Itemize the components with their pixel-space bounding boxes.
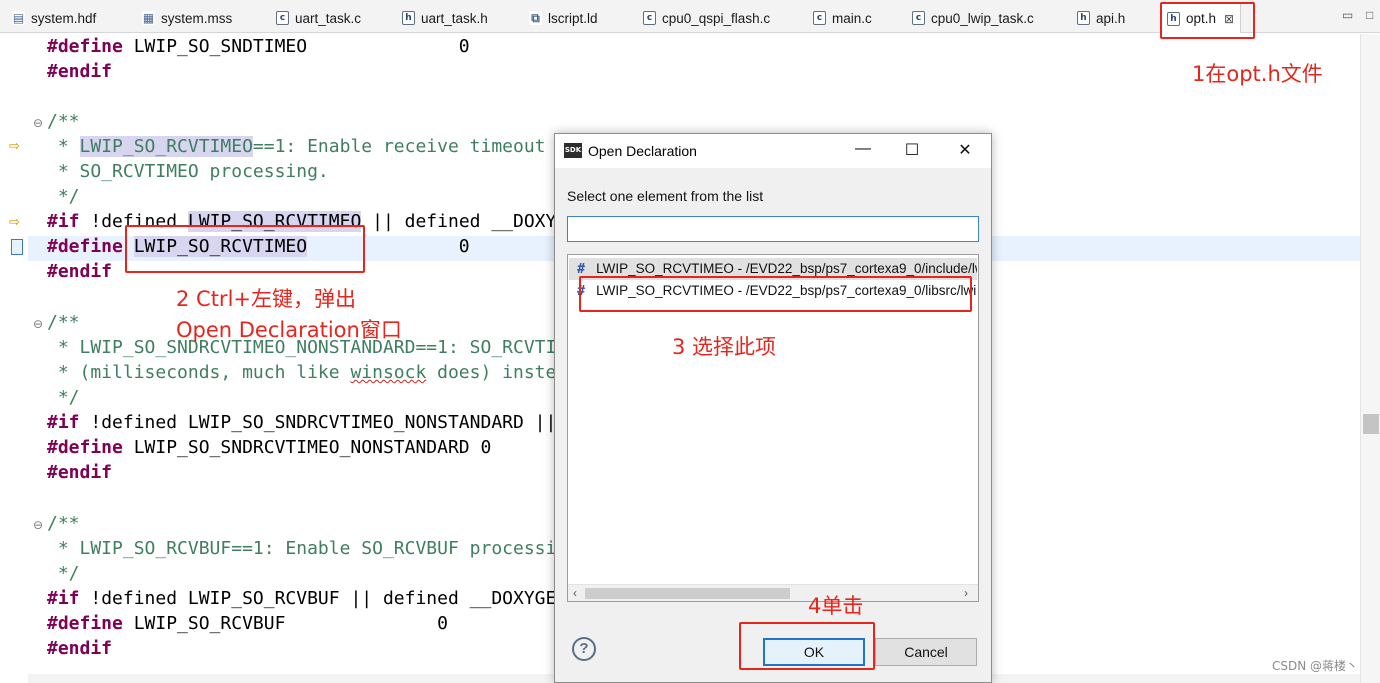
tab-system-mss[interactable]: ▦ system.mss [142, 6, 232, 30]
dialog-prompt: Select one element from the list [567, 188, 764, 204]
editor-vertical-scrollbar[interactable] [1360, 34, 1380, 683]
watermark: CSDN @蒋楼丶 [1272, 659, 1359, 673]
list-item-label: LWIP_SO_RCVTIMEO - /EVD22_bsp/ps7_cortex… [596, 261, 977, 276]
h-file-icon: h [1077, 11, 1090, 25]
tab-api-h[interactable]: h api.h [1077, 6, 1125, 30]
code-line: #endif [47, 462, 113, 483]
tab-cpu0-qspi-flash-c[interactable]: c cpu0_qspi_flash.c [643, 6, 770, 30]
annotation-box-ok [739, 622, 875, 670]
dialog-minimize-icon[interactable]: — [851, 140, 875, 158]
code-line: /** [47, 513, 80, 534]
list-horizontal-scrollbar[interactable]: ‹ › [568, 584, 978, 601]
code-line: #endif [47, 61, 113, 82]
tab-main-c[interactable]: c main.c [813, 6, 872, 30]
tab-label: system.hdf [31, 10, 97, 26]
tab-label: lscript.ld [548, 10, 598, 26]
sdk-logo-icon: SDK [564, 143, 582, 158]
annotation-box-list-item [579, 276, 972, 312]
ld-file-icon: ⧉ [529, 11, 542, 25]
code-line: #define LWIP_SO_RCVBUF 0 [47, 613, 448, 634]
fold-toggle-icon[interactable]: ⊖ [33, 116, 43, 130]
open-declaration-dialog: SDK Open Declaration — ☐ ✕ Select one el… [554, 133, 992, 683]
dialog-maximize-icon[interactable]: ☐ [900, 140, 924, 160]
code-line: /** [47, 111, 80, 132]
tab-label: uart_task.h [421, 10, 488, 26]
help-icon[interactable]: ? [572, 637, 596, 661]
tab-uart-task-c[interactable]: c uart_task.c [276, 6, 361, 30]
filter-input[interactable] [567, 216, 979, 242]
c-file-icon: c [813, 11, 826, 25]
annotation-box-symbol [125, 225, 365, 273]
tab-label: system.mss [161, 10, 233, 26]
tab-cpu0-lwip-task-c[interactable]: c cpu0_lwip_task.c [912, 6, 1034, 30]
tab-label: main.c [832, 10, 872, 26]
c-file-icon: c [643, 11, 656, 25]
code-line: #define LWIP_SO_SNDRCVTIMEO_NONSTANDARD … [47, 437, 492, 458]
hdf-file-icon: ▤ [12, 11, 25, 25]
h-file-icon: h [402, 11, 415, 25]
c-file-icon: c [276, 11, 289, 25]
tab-label: api.h [1096, 10, 1126, 26]
tab-label: cpu0_lwip_task.c [931, 10, 1034, 26]
scrollbar-thumb[interactable] [585, 588, 790, 599]
annotation-step1: 1在opt.h文件 [1192, 62, 1323, 86]
annotation-step4: 4单击 [808, 594, 864, 618]
tab-uart-task-h[interactable]: h uart_task.h [402, 6, 488, 30]
tab-label: uart_task.c [295, 10, 362, 26]
scrollbar-thumb[interactable] [1363, 414, 1379, 434]
code-line: #define LWIP_SO_SNDTIMEO 0 [47, 36, 470, 57]
fold-toggle-icon[interactable]: ⊖ [33, 317, 43, 331]
fold-toggle-icon[interactable]: ⊖ [33, 518, 43, 532]
define-icon: # [577, 261, 586, 277]
dialog-title-bar[interactable]: SDK Open Declaration — ☐ ✕ [555, 134, 991, 168]
annotation-step2-line1: 2 Ctrl+左键，弹出 [176, 287, 356, 311]
cancel-button[interactable]: Cancel [875, 638, 977, 666]
maximize-icon[interactable]: □ [1366, 8, 1373, 22]
tab-system-hdf[interactable]: ▤ system.hdf [12, 6, 96, 30]
annotation-box-opt-tab [1160, 2, 1255, 39]
minimize-icon[interactable]: ▭ [1342, 8, 1353, 22]
code-line: * SO_RCVTIMEO processing. [47, 161, 329, 182]
scroll-left-icon[interactable]: ‹ [573, 585, 577, 601]
editor-ruler [0, 34, 28, 674]
tab-lscript-ld[interactable]: ⧉ lscript.ld [529, 6, 598, 30]
mss-file-icon: ▦ [142, 11, 155, 25]
code-line: */ [47, 186, 80, 207]
code-line: #endif [47, 261, 113, 282]
dialog-close-icon[interactable]: ✕ [953, 140, 977, 160]
code-line: */ [47, 563, 80, 584]
dialog-title: Open Declaration [588, 143, 697, 159]
code-line: * LWIP_SO_RCVTIMEO==1: Enable receive ti… [47, 136, 546, 157]
current-occurrence-marker-icon [11, 239, 23, 255]
code-line: #if !defined LWIP_SO_RCVBUF || defined _… [47, 588, 589, 609]
c-file-icon: c [912, 11, 925, 25]
annotation-step2-line2: Open Declaration窗口 [176, 318, 402, 342]
code-line: */ [47, 387, 80, 408]
code-line: /** [47, 312, 80, 333]
annotation-step3: 3 选择此项 [672, 335, 777, 359]
code-line: * LWIP_SO_RCVBUF==1: Enable SO_RCVBUF pr… [47, 538, 589, 559]
code-line: #endif [47, 638, 113, 659]
occurrence-marker-icon: ⇨ [9, 214, 20, 229]
scroll-right-icon[interactable]: › [964, 585, 968, 601]
tab-label: cpu0_qspi_flash.c [662, 10, 771, 26]
occurrence-marker-icon: ⇨ [9, 138, 20, 153]
